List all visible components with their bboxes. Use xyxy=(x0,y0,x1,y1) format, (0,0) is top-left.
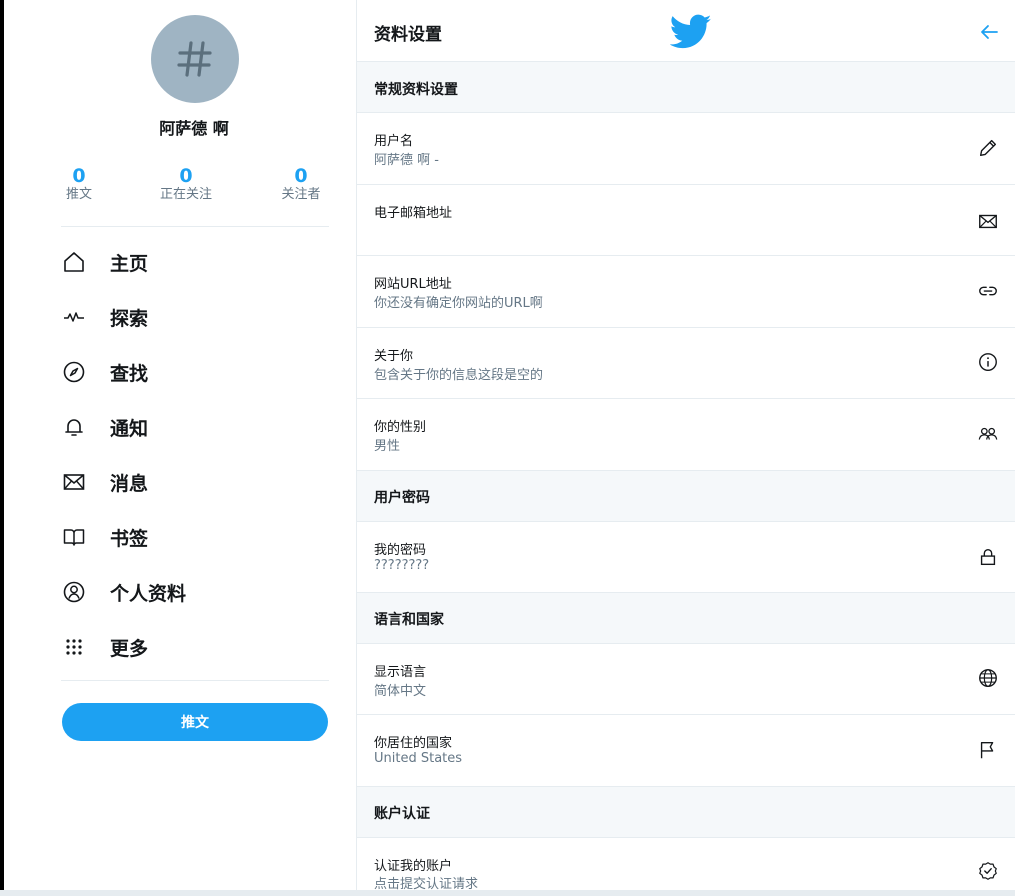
section-title: 账户认证 xyxy=(374,806,430,822)
page-title: 资料设置 xyxy=(374,25,442,45)
header-bar: 资料设置 xyxy=(357,0,1015,62)
badge-check-icon[interactable] xyxy=(977,860,1001,884)
nav-item-label: 书签 xyxy=(110,527,149,550)
setting-label: 关于你 xyxy=(374,349,414,364)
nav-item-find[interactable]: 查找 xyxy=(61,350,329,394)
nav-item-label: 通知 xyxy=(110,417,149,440)
nav-item-label: 探索 xyxy=(110,307,149,330)
mail-icon xyxy=(61,469,87,495)
setting-value: 包含关于你的信息这段是空的 xyxy=(374,368,544,383)
sidebar: 阿萨德 啊 0 推文 0 正在关注 0 关注者 主页 探索 查找 通知 消息 书… xyxy=(4,0,356,890)
nav-item-explore[interactable]: 探索 xyxy=(61,295,329,339)
setting-value: 男性 xyxy=(374,439,401,454)
setting-label: 显示语言 xyxy=(374,665,427,680)
info-icon[interactable] xyxy=(977,351,1001,375)
globe-icon[interactable] xyxy=(977,667,1001,691)
setting-label: 你的性别 xyxy=(374,420,427,435)
profile-icon xyxy=(61,579,87,605)
setting-row-about[interactable]: 关于你 包含关于你的信息这段是空的 xyxy=(357,328,1015,399)
stat-following-label: 正在关注 xyxy=(159,187,212,202)
setting-row-country[interactable]: 你居住的国家 United States xyxy=(357,715,1015,787)
section-general: 常规资料设置 xyxy=(357,62,1015,113)
activity-icon xyxy=(61,304,87,330)
stat-followers[interactable]: 0 关注者 xyxy=(275,166,327,204)
setting-label: 你居住的国家 xyxy=(374,736,453,751)
section-title: 常规资料设置 xyxy=(374,82,458,98)
setting-row-display-language[interactable]: 显示语言 简体中文 xyxy=(357,644,1015,715)
section-password: 用户密码 xyxy=(357,471,1015,522)
setting-value: 你还没有确定你网站的URL啊 xyxy=(374,296,543,311)
lock-icon[interactable] xyxy=(977,546,1001,570)
divider xyxy=(61,680,329,681)
pencil-icon[interactable] xyxy=(977,137,1001,161)
compass-icon xyxy=(61,359,87,385)
bookmark-book-icon xyxy=(61,524,87,550)
stat-tweets-label: 推文 xyxy=(65,187,92,202)
stat-tweets[interactable]: 0 推文 xyxy=(56,166,102,204)
setting-row-username[interactable]: 用户名 阿萨德 啊 - xyxy=(357,113,1015,185)
nav-item-label: 查找 xyxy=(110,362,149,385)
stat-following-count: 0 xyxy=(179,165,193,187)
setting-label: 电子邮箱地址 xyxy=(374,206,453,221)
setting-label: 我的密码 xyxy=(374,543,427,558)
nav-item-messages[interactable]: 消息 xyxy=(61,460,329,504)
tweet-button[interactable]: 推文 xyxy=(62,703,328,741)
section-title: 用户密码 xyxy=(374,490,430,506)
stat-followers-count: 0 xyxy=(294,165,308,187)
flag-icon[interactable] xyxy=(977,739,1001,763)
nav-item-label: 消息 xyxy=(110,472,149,495)
home-icon xyxy=(61,249,87,275)
section-title: 语言和国家 xyxy=(374,612,444,628)
hashtag-icon xyxy=(177,41,212,77)
link-icon[interactable] xyxy=(977,280,1001,304)
section-language: 语言和国家 xyxy=(357,593,1015,644)
setting-value: 简体中文 xyxy=(374,684,427,699)
setting-label: 认证我的账户 xyxy=(374,859,453,874)
nav-item-label: 主页 xyxy=(110,252,149,275)
settings-panel: 资料设置 常规资料设置 用户名 阿萨德 啊 - 电子邮箱地址 网站URL地址 你… xyxy=(356,0,1015,892)
nav-item-more[interactable]: 更多 xyxy=(61,625,329,669)
setting-value: 阿萨德 啊 - xyxy=(374,153,439,168)
nav-item-bookmarks[interactable]: 书签 xyxy=(61,515,329,559)
nav-item-notifications[interactable]: 通知 xyxy=(61,405,329,449)
envelope-icon[interactable] xyxy=(977,210,1001,234)
stat-followers-label: 关注者 xyxy=(281,187,321,202)
setting-value: ???????? xyxy=(374,558,430,573)
setting-row-password[interactable]: 我的密码 ???????? xyxy=(357,522,1015,593)
setting-label: 网站URL地址 xyxy=(374,277,452,292)
nav-item-profile[interactable]: 个人资料 xyxy=(61,570,329,614)
profile-stats: 0 推文 0 正在关注 0 关注者 xyxy=(56,166,336,206)
setting-row-website[interactable]: 网站URL地址 你还没有确定你网站的URL啊 xyxy=(357,256,1015,328)
setting-row-verify-account[interactable]: 认证我的账户 点击提交认证请求 xyxy=(357,838,1015,892)
bell-icon xyxy=(61,414,87,440)
setting-row-gender[interactable]: 你的性别 男性 xyxy=(357,399,1015,471)
twitter-bird-icon xyxy=(670,14,712,49)
divider xyxy=(61,226,329,227)
stat-following[interactable]: 0 正在关注 xyxy=(153,166,219,204)
section-verify: 账户认证 xyxy=(357,787,1015,838)
window-bottom-edge xyxy=(0,890,1015,896)
avatar[interactable] xyxy=(151,15,239,103)
stat-tweets-count: 0 xyxy=(72,165,86,187)
setting-value: United States xyxy=(374,751,463,766)
setting-label: 用户名 xyxy=(374,134,414,149)
people-icon[interactable] xyxy=(977,423,1001,447)
more-grid-icon xyxy=(61,634,87,660)
nav-item-label: 更多 xyxy=(110,637,149,660)
setting-row-email[interactable]: 电子邮箱地址 xyxy=(357,185,1015,256)
nav-item-home[interactable]: 主页 xyxy=(61,240,329,284)
profile-name: 阿萨德 啊 xyxy=(159,119,229,138)
arrow-left-icon[interactable] xyxy=(977,20,1001,44)
nav-item-label: 个人资料 xyxy=(110,582,187,605)
